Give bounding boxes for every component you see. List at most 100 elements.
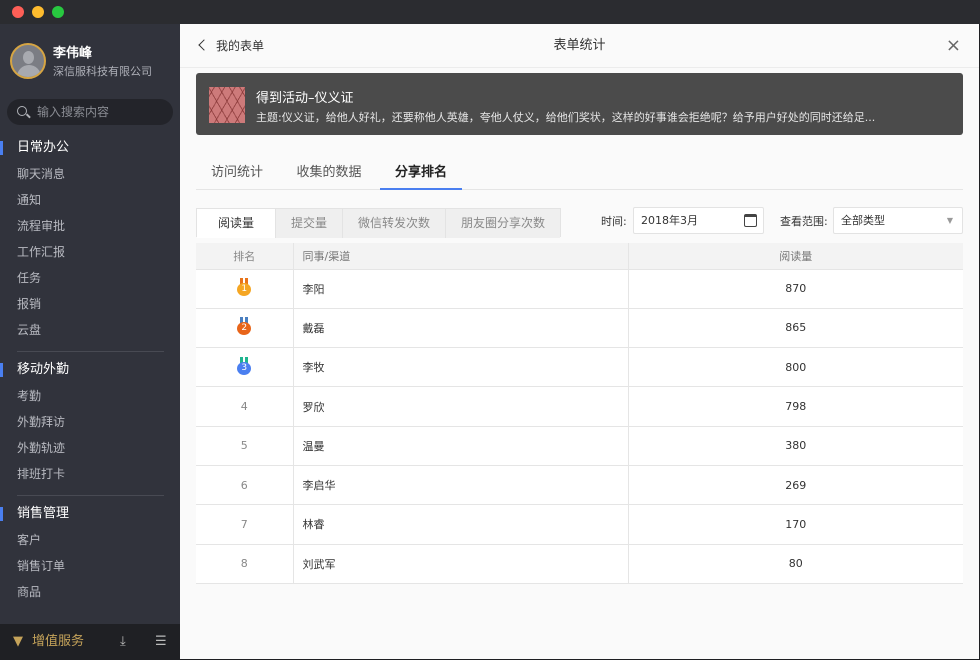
header: 我的表单 表单统计 × [180, 24, 979, 68]
sidebar-item[interactable]: 排班打卡 [0, 461, 180, 487]
table-row: 5 温曼 380 [196, 426, 963, 466]
rank-cell: 7 [196, 504, 294, 545]
sidebar-item[interactable]: 通知 [0, 187, 180, 213]
sidebar-item[interactable]: 商品 [0, 579, 180, 605]
avatar [10, 42, 46, 79]
col-name: 同事/渠道 [293, 243, 629, 270]
tab-visit-stats[interactable]: 访问统计 [196, 158, 278, 190]
table-row: 4 罗欣 798 [196, 386, 963, 427]
rank-cell: 8 [196, 544, 294, 584]
user-name: 李伟峰 [53, 46, 93, 61]
sidebar-group-title: 日常办公 [0, 135, 180, 161]
sidebar-item[interactable]: 任务 [0, 265, 180, 291]
table-row: 3 李牧 800 [196, 347, 963, 388]
medal-icon: 2 [237, 317, 252, 336]
medal-icon: 3 [237, 356, 252, 375]
table-row: 2 戴磊 865 [196, 308, 963, 349]
rank-cell: 2 [196, 308, 294, 349]
page-title: 表单统计 [553, 38, 606, 53]
ranking-table: 排名 同事/渠道 阅读量 1 李阳 870 2 戴磊 865 3 李牧 800 4 罗欣 798 5 温曼… [196, 243, 963, 584]
value-added-label: 增值服务 [32, 634, 85, 649]
col-reads: 阅读量 [628, 243, 963, 270]
name-cell: 刘武军 [293, 544, 629, 584]
search-placeholder: 输入搜索内容 [37, 105, 110, 119]
subtab-reads[interactable]: 阅读量 [197, 209, 276, 238]
table-row: 8 刘武军 80 [196, 544, 963, 584]
table-row: 7 林睿 170 [196, 504, 963, 545]
sidebar-item[interactable]: 考勤 [0, 383, 180, 409]
gem-icon: ▼ [13, 634, 23, 649]
sidebar-group: 销售管理 客户 销售订单 商品 [0, 501, 180, 605]
rank-number: 8 [240, 557, 248, 571]
close-icon[interactable]: × [946, 36, 961, 56]
reads-cell: 870 [628, 269, 963, 309]
name-cell: 李阳 [293, 269, 629, 309]
rank-number: 5 [240, 439, 248, 453]
reads-cell: 269 [628, 465, 963, 506]
range-label: 查看范围: [780, 215, 828, 228]
form-title: 得到活动–仪义证 [256, 91, 354, 106]
sidebar-item[interactable]: 工作汇报 [0, 239, 180, 265]
form-description: 主题:仪义证，给他人好礼，还要称他人英雄，夸他人仗义，给他们奖状，这样的好事谁会… [256, 111, 876, 124]
reads-cell: 80 [628, 544, 963, 584]
medal-icon: 1 [237, 278, 252, 297]
reads-cell: 170 [628, 504, 963, 545]
tab-bar: 访问统计 收集的数据 分享排名 [196, 158, 963, 190]
sidebar-item[interactable]: 外勤拜访 [0, 409, 180, 435]
rank-cell: 3 [196, 347, 294, 388]
metric-tabs: 阅读量 提交量 微信转发次数 朋友圈分享次数 [196, 208, 562, 238]
window-titlebar [0, 0, 980, 24]
sidebar-divider [17, 351, 164, 352]
reads-cell: 865 [628, 308, 963, 349]
range-select[interactable]: 全部类型 ▼ [833, 207, 963, 234]
form-thumbnail [209, 87, 245, 123]
sidebar: 李伟峰 深信服科技有限公司 输入搜索内容 日常办公 聊天消息 通知 流程审批 工作汇报任… [0, 24, 180, 660]
sidebar-group: 日常办公 聊天消息 通知 流程审批 工作汇报 任务 报销 云盘 [0, 135, 180, 343]
sidebar-item[interactable]: 客户 [0, 527, 180, 553]
search-icon [17, 106, 27, 116]
sidebar-item[interactable]: 外勤轨迹 [0, 435, 180, 461]
time-label: 时间: [601, 215, 627, 228]
rank-cell: 6 [196, 465, 294, 506]
sidebar-item[interactable]: 报销 [0, 291, 180, 317]
tab-share-ranking[interactable]: 分享排名 [380, 158, 462, 190]
close-window-button[interactable] [12, 6, 24, 18]
menu-icon[interactable]: ☰ [155, 624, 167, 660]
reads-cell: 380 [628, 426, 963, 466]
name-cell: 戴磊 [293, 308, 629, 349]
subtab-moments-shares[interactable]: 朋友圈分享次数 [445, 209, 561, 238]
name-cell: 林睿 [293, 504, 629, 545]
sidebar-item[interactable]: 云盘 [0, 317, 180, 343]
reads-cell: 798 [628, 386, 963, 427]
search-input[interactable]: 输入搜索内容 [7, 99, 173, 125]
minimize-window-button[interactable] [32, 6, 44, 18]
main-panel: 我的表单 表单统计 × 得到活动–仪义证 主题:仪义证，给他人好礼，还要称他人英… [180, 24, 979, 659]
rank-number: 4 [240, 400, 248, 414]
rank-cell: 1 [196, 269, 294, 309]
subtab-wechat-forwards[interactable]: 微信转发次数 [342, 209, 446, 238]
range-value: 全部类型 [841, 214, 885, 227]
table-row: 1 李阳 870 [196, 269, 963, 309]
sidebar-item[interactable]: 销售订单 [0, 553, 180, 579]
value-added-services-button[interactable]: ▼ 增值服务 ⤓ ☰ [0, 624, 180, 660]
time-picker[interactable]: 2018年3月 [633, 207, 764, 234]
maximize-window-button[interactable] [52, 6, 64, 18]
sidebar-group: 移动外勤 考勤 外勤拜访 外勤轨迹 排班打卡 [0, 357, 180, 487]
sidebar-group-title: 移动外勤 [0, 357, 180, 383]
sidebar-item[interactable]: 流程审批 [0, 213, 180, 239]
download-icon[interactable]: ⤓ [120, 624, 126, 660]
name-cell: 李启华 [293, 465, 629, 506]
time-value: 2018年3月 [641, 214, 698, 227]
table-row: 6 李启华 269 [196, 465, 963, 506]
user-profile[interactable]: 李伟峰 深信服科技有限公司 [10, 42, 152, 79]
rank-cell: 5 [196, 426, 294, 466]
tab-collected-data[interactable]: 收集的数据 [288, 158, 370, 190]
caret-down-icon: ▼ [946, 216, 953, 225]
rank-number: 7 [240, 517, 248, 531]
name-cell: 李牧 [293, 347, 629, 388]
user-company: 深信服科技有限公司 [53, 65, 152, 78]
subtab-submissions[interactable]: 提交量 [275, 209, 343, 238]
form-banner: 得到活动–仪义证 主题:仪义证，给他人好礼，还要称他人英雄，夸他人仗义，给他们奖… [196, 73, 963, 135]
sidebar-item[interactable]: 聊天消息 [0, 161, 180, 187]
rank-cell: 4 [196, 386, 294, 427]
